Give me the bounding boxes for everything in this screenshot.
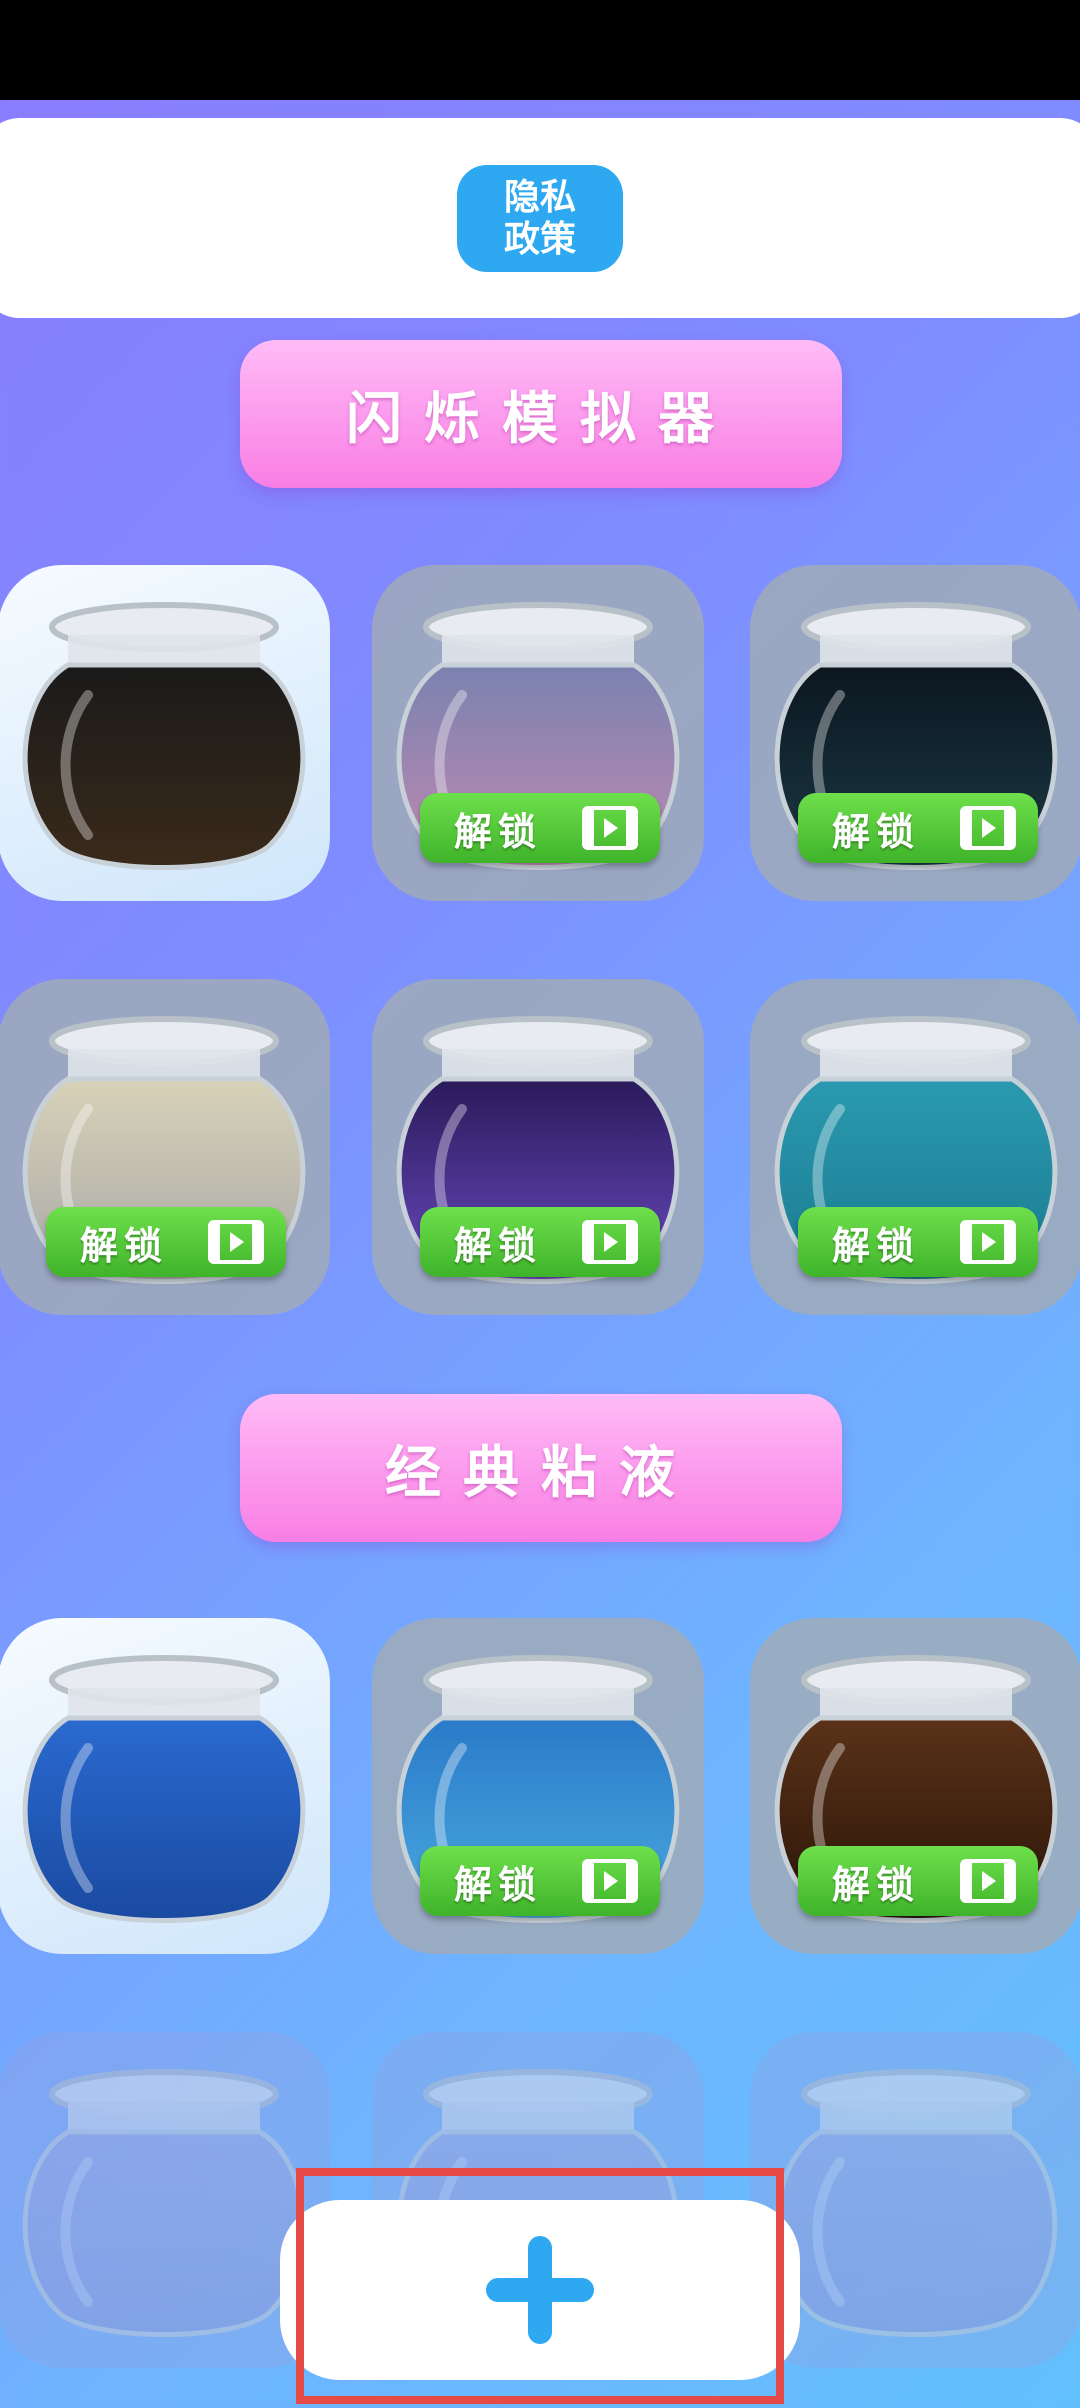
video-icon	[582, 1859, 638, 1903]
video-icon	[960, 1859, 1016, 1903]
unlock-label: 解锁	[832, 1862, 921, 1907]
video-icon	[208, 1220, 264, 1264]
unlock-label: 解锁	[454, 1223, 543, 1268]
unlock-button[interactable]: 解锁	[420, 793, 660, 863]
highlight-box	[296, 2168, 784, 2404]
unlock-label: 解锁	[80, 1223, 169, 1268]
unlock-button[interactable]: 解锁	[420, 1207, 660, 1277]
jar-tile-rainbow-glitter-jar[interactable]: 解锁	[372, 565, 704, 901]
jar-tile-purple-galaxy-jar[interactable]: 解锁	[372, 979, 704, 1315]
jar-tile-star-jar[interactable]: 解锁	[750, 565, 1080, 901]
section-title-slime: 经典粘液	[240, 1394, 842, 1542]
video-icon	[582, 806, 638, 850]
jar-image	[22, 602, 306, 870]
privacy-policy-button[interactable]: 隐私 政策	[457, 165, 623, 272]
unlock-button[interactable]: 解锁	[46, 1207, 286, 1277]
status-bar	[0, 0, 1080, 100]
jar-tile-ocean-slime-jar[interactable]: 解锁	[372, 1618, 704, 1954]
video-icon	[582, 1220, 638, 1264]
unlock-button[interactable]: 解锁	[798, 793, 1038, 863]
jar-image	[22, 1655, 306, 1923]
unlock-label: 解锁	[832, 1223, 921, 1268]
section-title-glitter: 闪烁模拟器	[240, 340, 842, 488]
jar-tile-face-jar[interactable]	[0, 565, 330, 901]
video-icon	[960, 806, 1016, 850]
jar-tile-brown-slime-jar[interactable]: 解锁	[750, 1618, 1080, 1954]
unlock-label: 解锁	[832, 809, 921, 854]
jar-tile-blue-slime-jar[interactable]	[0, 1618, 330, 1954]
unlock-button[interactable]: 解锁	[420, 1846, 660, 1916]
unlock-button[interactable]: 解锁	[798, 1207, 1038, 1277]
unlock-label: 解锁	[454, 1862, 543, 1907]
video-icon	[960, 1220, 1016, 1264]
jar-tile-marble-jar[interactable]: 解锁	[0, 979, 330, 1315]
jar-tile-teal-glitter-jar[interactable]: 解锁	[750, 979, 1080, 1315]
unlock-label: 解锁	[454, 809, 543, 854]
unlock-button[interactable]: 解锁	[798, 1846, 1038, 1916]
